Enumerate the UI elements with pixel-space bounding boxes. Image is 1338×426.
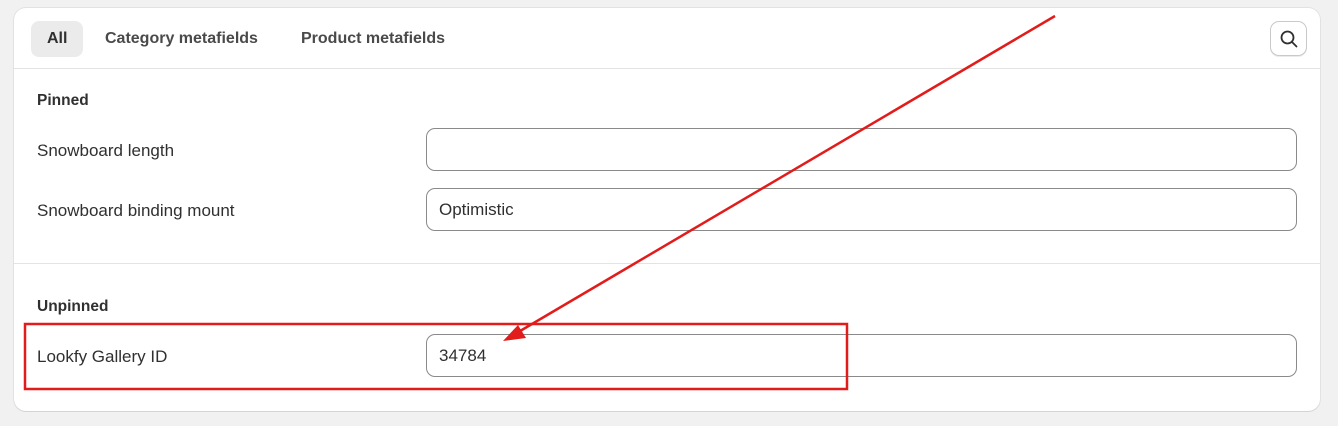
lookfy-gallery-id-label: Lookfy Gallery ID [37, 347, 168, 366]
lookfy-gallery-id-field[interactable] [426, 334, 1297, 377]
snowboard-length-label: Snowboard length [37, 141, 175, 160]
tab-category-metafields[interactable]: Category metafields [89, 21, 274, 57]
metafield-tabs: All Category metafields Product metafiel… [14, 8, 1320, 69]
pinned-section-title: Pinned [37, 92, 89, 109]
tab-product-metafields[interactable]: Product metafields [285, 21, 461, 57]
snowboard-length-field[interactable] [426, 128, 1297, 171]
search-icon [1280, 30, 1297, 47]
unpinned-section-title: Unpinned [37, 298, 109, 315]
snowboard-binding-mount-label: Snowboard binding mount [37, 201, 235, 220]
search-button[interactable] [1270, 21, 1307, 56]
snowboard-binding-mount-field[interactable] [426, 188, 1297, 231]
section-divider [14, 263, 1320, 264]
tab-all[interactable]: All [31, 21, 84, 57]
metafields-card: All Category metafields Product metafiel… [14, 8, 1320, 411]
